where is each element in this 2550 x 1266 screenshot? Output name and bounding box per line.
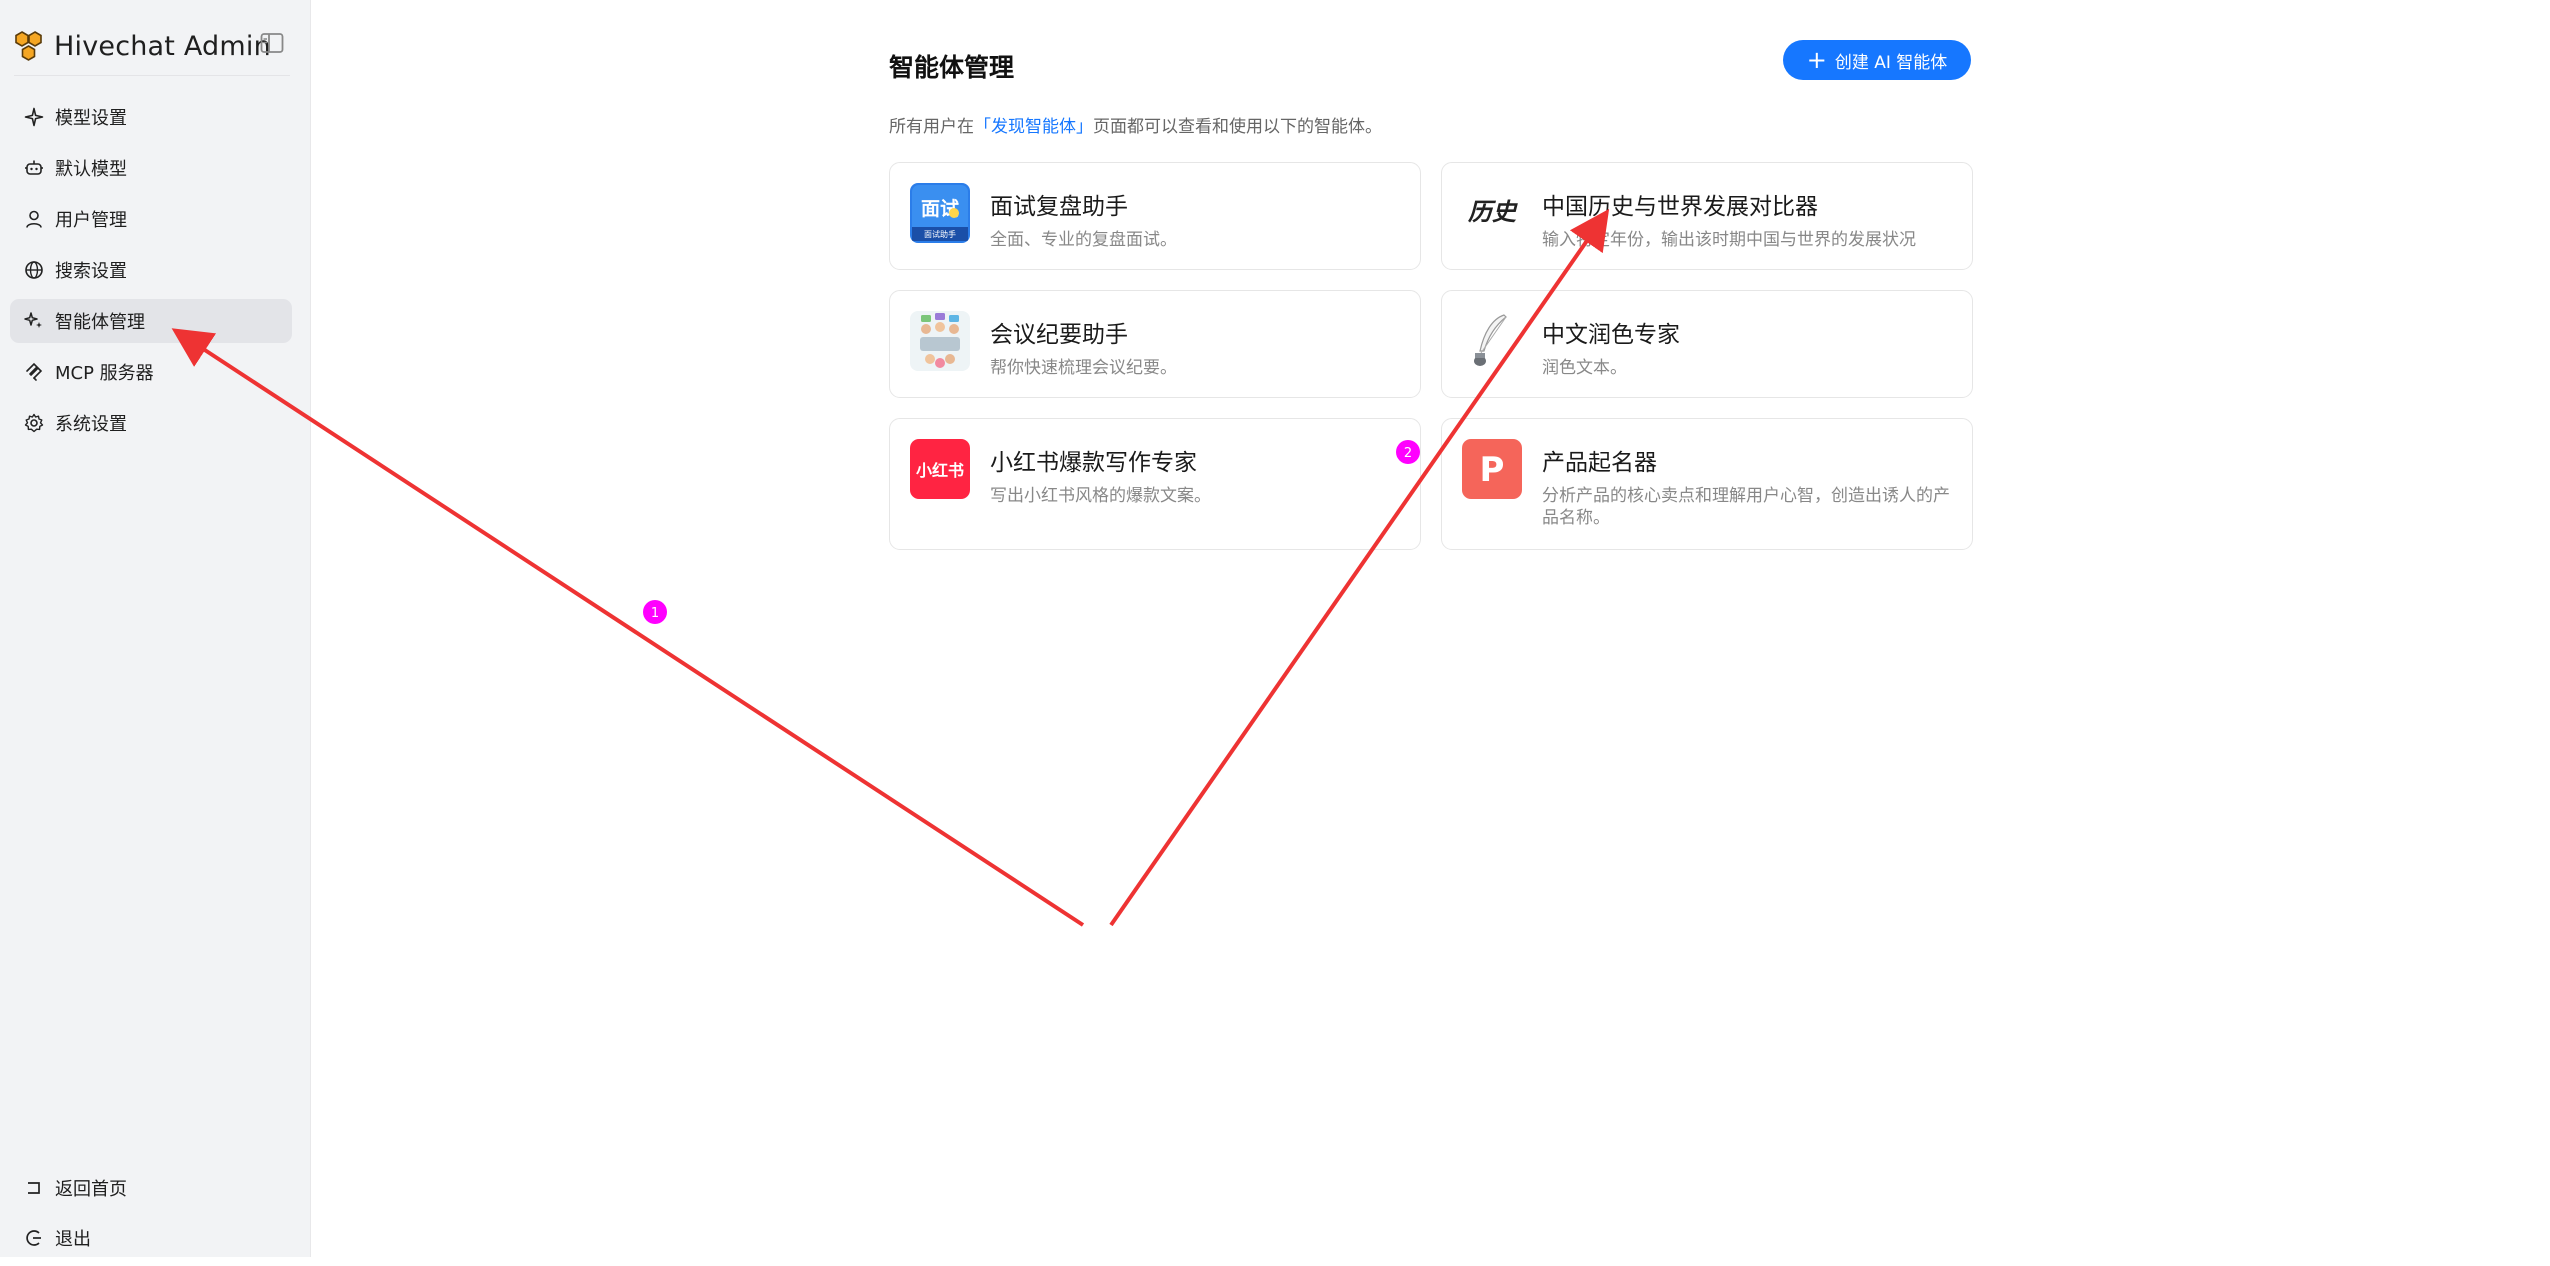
quill-avatar — [1462, 311, 1522, 371]
agent-title: 中文润色专家 — [1542, 322, 1680, 348]
agent-title: 会议纪要助手 — [990, 322, 1128, 348]
sidebar-item-mcp-server[interactable]: MCP 服务器 — [10, 350, 292, 394]
agent-description: 写出小红书风格的爆款文案。 — [990, 486, 1211, 506]
sidebar-item-label: 智能体管理 — [55, 312, 145, 333]
sidebar-item-model-settings[interactable]: 模型设置 — [10, 95, 292, 139]
avatar-subtext: 面试助手 — [924, 229, 956, 239]
avatar-text: 历史 — [1467, 197, 1518, 226]
brand-header: Hivechat Admin — [14, 18, 290, 76]
sidebar-item-agent-management[interactable]: 智能体管理 — [10, 299, 292, 343]
agent-card[interactable]: P 产品起名器 分析产品的核心卖点和理解用户心智，创造出诱人的产品名称。 — [1441, 418, 1973, 550]
discover-agents-link[interactable]: 「发现智能体」 — [974, 117, 1093, 137]
gear-icon — [24, 413, 44, 433]
agent-description: 分析产品的核心卖点和理解用户心智，创造出诱人的产品名称。 — [1542, 486, 1950, 528]
sidebar-item-label: 默认模型 — [55, 159, 127, 180]
page-title: 智能体管理 — [889, 53, 1015, 82]
globe-icon — [25, 261, 43, 279]
sidebar-item-label: MCP 服务器 — [55, 363, 154, 384]
sidebar: Hivechat Admin 模型设置 默认模型 用户管理 搜索设置 智能体管理… — [0, 0, 311, 1257]
agent-card[interactable]: 小红书 小红书爆款写作专家 写出小红书风格的爆款文案。 — [889, 418, 1421, 550]
user-icon — [26, 210, 42, 228]
interview-avatar: 面试 面试助手 — [910, 183, 970, 243]
agent-title: 产品起名器 — [1542, 450, 1657, 476]
agent-description: 输入特定年份，输出该时期中国与世界的发展状况 — [1542, 230, 1916, 250]
return-icon — [28, 1182, 40, 1194]
sidebar-nav: 模型设置 默认模型 用户管理 搜索设置 智能体管理 MCP 服务器 系统设置 — [10, 95, 292, 452]
bot-icon — [25, 160, 43, 175]
agent-card[interactable]: 中文润色专家 润色文本。 — [1441, 290, 1973, 398]
agent-grid: 面试 面试助手 面试复盘助手 全面、专业的复盘面试。 历史 中国历史与世界发展对… — [889, 162, 1973, 550]
main-content: 智能体管理 + 创建 AI 智能体 所有用户在「发现智能体」页面都可以查看和使用… — [311, 0, 2550, 1257]
agent-title: 小红书爆款写作专家 — [990, 450, 1197, 476]
create-agent-button[interactable]: + 创建 AI 智能体 — [1783, 40, 1971, 80]
sidebar-item-label: 返回首页 — [55, 1179, 127, 1200]
product-namer-avatar: P — [1462, 439, 1522, 499]
avatar-text: 小红书 — [916, 461, 964, 480]
agent-card[interactable]: 面试 面试助手 面试复盘助手 全面、专业的复盘面试。 — [889, 162, 1421, 270]
sidebar-item-label: 用户管理 — [55, 210, 127, 231]
sidebar-item-label: 搜索设置 — [55, 261, 127, 282]
sidebar-bottom-nav: 返回首页 退出 — [10, 1166, 292, 1266]
agent-description: 润色文本。 — [1542, 358, 1627, 378]
sidebar-item-default-model[interactable]: 默认模型 — [10, 146, 292, 190]
agent-card[interactable]: 历史 中国历史与世界发展对比器 输入特定年份，输出该时期中国与世界的发展状况 — [1441, 162, 1973, 270]
sparkles-icon — [24, 312, 42, 328]
plus-icon: + — [1806, 46, 1827, 74]
sidebar-item-system-settings[interactable]: 系统设置 — [10, 401, 292, 445]
sparkle-icon — [24, 107, 44, 127]
agent-title: 中国历史与世界发展对比器 — [1542, 194, 1818, 220]
mcp-icon — [26, 362, 43, 381]
sidebar-item-label: 模型设置 — [55, 108, 127, 129]
agent-description: 全面、专业的复盘面试。 — [990, 230, 1177, 250]
agent-card[interactable]: 会议纪要助手 帮你快速梳理会议纪要。 — [889, 290, 1421, 398]
history-avatar: 历史 — [1462, 183, 1522, 243]
subtitle-suffix: 页面都可以查看和使用以下的智能体。 — [1093, 117, 1382, 137]
avatar-text: P — [1480, 450, 1505, 490]
app-title: Hivechat Admin — [54, 31, 271, 62]
sidebar-item-logout[interactable]: 退出 — [10, 1216, 292, 1260]
logout-icon — [26, 1230, 41, 1246]
sidebar-item-label: 系统设置 — [55, 414, 127, 435]
meeting-avatar — [910, 311, 970, 371]
sidebar-item-return-home[interactable]: 返回首页 — [10, 1166, 292, 1210]
agent-description: 帮你快速梳理会议纪要。 — [990, 358, 1177, 378]
sidebar-toggle-icon[interactable] — [260, 32, 284, 54]
sidebar-item-user-management[interactable]: 用户管理 — [10, 197, 292, 241]
subtitle-prefix: 所有用户在 — [889, 117, 974, 137]
page-subtitle: 所有用户在「发现智能体」页面都可以查看和使用以下的智能体。 — [889, 112, 1382, 137]
create-agent-label: 创建 AI 智能体 — [1834, 52, 1948, 73]
xiaohongshu-avatar: 小红书 — [910, 439, 970, 499]
agent-title: 面试复盘助手 — [990, 194, 1128, 220]
sidebar-item-search-settings[interactable]: 搜索设置 — [10, 248, 292, 292]
hivechat-logo-icon — [15, 30, 42, 61]
sidebar-item-label: 退出 — [55, 1229, 91, 1250]
